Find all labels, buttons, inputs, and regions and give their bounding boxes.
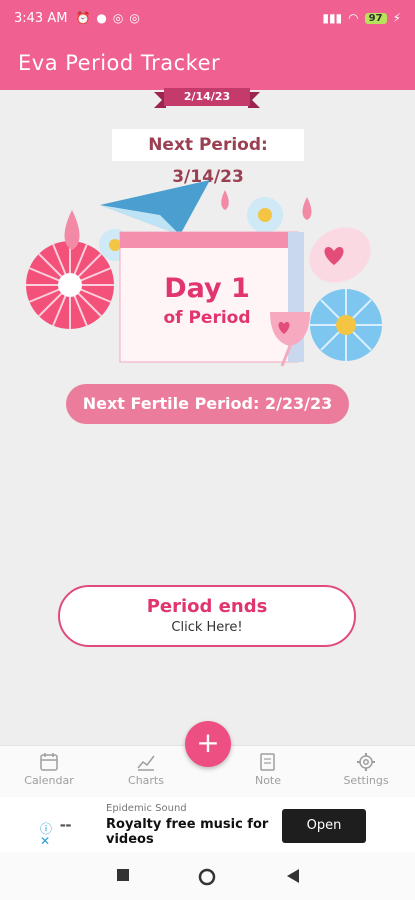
status-time: 3:43 AM xyxy=(14,10,68,26)
note-icon xyxy=(260,753,275,771)
drop-icon xyxy=(221,190,229,210)
blue-flower-icon xyxy=(310,289,382,361)
paper-boat-icon xyxy=(100,180,210,235)
plus-icon: + xyxy=(196,726,220,759)
status-left: 3:43 AM ⏰ ● ◎ ◎ xyxy=(14,11,140,26)
app-notification-icon: ● xyxy=(96,11,107,25)
nav-settings-label: Settings xyxy=(343,774,389,787)
ad-logo-icon: ▬▬ xyxy=(60,822,72,829)
alarm-icon: ⏰ xyxy=(75,11,91,25)
app-bar: Eva Period Tracker xyxy=(0,36,415,90)
battery-indicator: 97 xyxy=(364,12,387,24)
drop-icon xyxy=(302,197,312,220)
ad-title: Royalty free music for videos xyxy=(106,817,269,847)
day-number: Day 1 xyxy=(164,273,250,304)
pad-icon xyxy=(309,227,371,283)
close-icon[interactable]: ✕ xyxy=(40,834,50,848)
period-ends-subtitle: Click Here! xyxy=(171,620,243,635)
period-ends-button[interactable]: Period ends Click Here! xyxy=(58,585,356,647)
system-navigation-bar xyxy=(0,852,415,900)
status-bar: 3:43 AM ⏰ ● ◎ ◎ ▮▮▮ ◠ 97 ⚡ xyxy=(0,0,415,36)
next-fertile-period: Next Fertile Period: 2/23/23 xyxy=(66,384,349,424)
day-indicator: Day 1 of Period xyxy=(132,273,282,328)
ad-area: ⓘ ✕ ▬▬ Epidemic Sound Royalty free music… xyxy=(0,797,415,852)
ad-banner[interactable]: ⓘ ✕ ▬▬ Epidemic Sound Royalty free music… xyxy=(40,800,376,850)
nav-charts[interactable]: Charts xyxy=(106,752,186,787)
wifi-icon: ◠ xyxy=(348,11,359,25)
blue-daisy-icon xyxy=(247,197,283,233)
nav-note[interactable]: Note xyxy=(228,752,308,787)
nav-calendar-label: Calendar xyxy=(24,774,74,787)
recents-icon[interactable] xyxy=(116,868,130,882)
app-title: Eva Period Tracker xyxy=(18,51,221,75)
status-right: ▮▮▮ ◠ 97 ⚡ xyxy=(322,11,401,25)
nav-calendar[interactable]: Calendar xyxy=(9,752,89,787)
pink-flower-icon xyxy=(26,241,114,329)
sync-icon: ◎ xyxy=(112,11,124,25)
period-ends-title: Period ends xyxy=(146,596,268,617)
home-icon[interactable] xyxy=(198,868,216,886)
ad-sponsor: Epidemic Sound xyxy=(106,803,187,814)
current-date: 2/14/23 xyxy=(164,88,250,106)
signal-icon: ▮▮▮ xyxy=(322,11,343,25)
nav-note-label: Note xyxy=(254,774,282,787)
date-ribbon: 2/14/23 xyxy=(154,88,260,108)
notification-icons: ⏰ ● ◎ ◎ xyxy=(75,11,139,25)
nav-charts-label: Charts xyxy=(128,774,164,787)
ad-open-button[interactable]: Open xyxy=(282,809,366,843)
add-button[interactable]: + xyxy=(185,721,231,767)
calendar-icon xyxy=(40,753,58,771)
nav-settings[interactable]: Settings xyxy=(326,752,406,787)
sync-icon-2: ◎ xyxy=(129,11,140,25)
charging-icon: ⚡ xyxy=(392,11,401,25)
back-icon[interactable] xyxy=(286,868,300,884)
drop-icon xyxy=(64,210,80,250)
gear-icon xyxy=(357,753,375,771)
day-subtitle: of Period xyxy=(163,308,251,328)
chart-icon xyxy=(137,755,155,771)
next-period-label: Next Period: 3/14/23 xyxy=(112,129,304,187)
